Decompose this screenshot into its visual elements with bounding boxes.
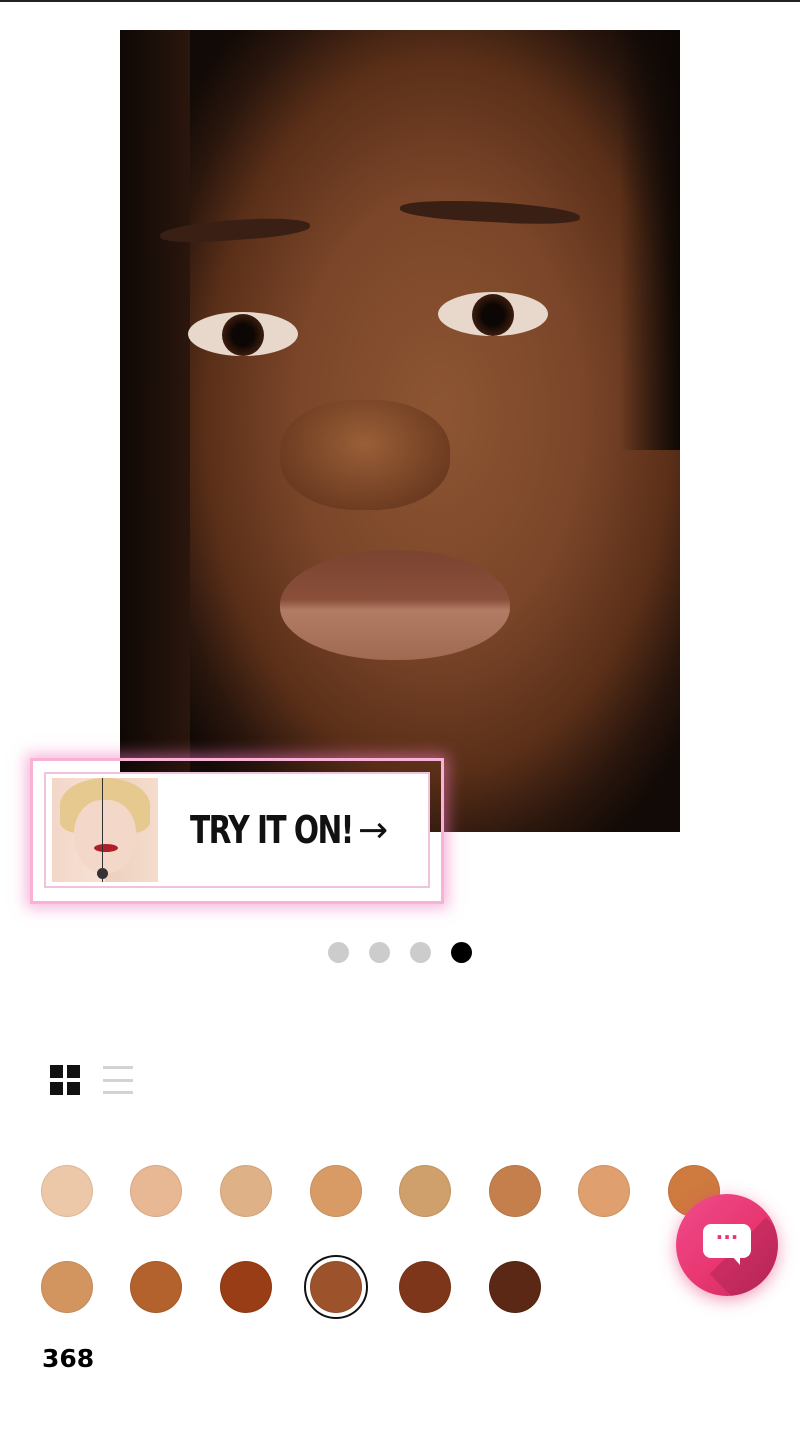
arrow-right-icon: →	[358, 810, 389, 851]
gallery-pager	[328, 942, 472, 963]
chat-button[interactable]: ···	[676, 1194, 778, 1296]
chat-bubble-icon: ···	[703, 1224, 751, 1258]
shade-swatch[interactable]	[130, 1261, 182, 1313]
shade-swatch[interactable]	[220, 1261, 272, 1313]
pager-dot[interactable]	[369, 942, 390, 963]
shade-swatch[interactable]	[489, 1165, 541, 1217]
shade-swatch[interactable]	[310, 1165, 362, 1217]
shade-swatch[interactable]	[220, 1165, 272, 1217]
shade-swatch[interactable]	[399, 1165, 451, 1217]
grid-view-icon[interactable]	[50, 1065, 80, 1095]
selected-shade-number: 368	[42, 1344, 95, 1373]
try-it-on-label: TRY IT ON!	[190, 808, 354, 852]
shade-swatch[interactable]	[489, 1261, 541, 1313]
product-model-photo[interactable]	[120, 30, 680, 832]
selected-swatch-ring	[304, 1255, 368, 1319]
shade-swatch[interactable]	[41, 1165, 93, 1217]
try-it-on-button[interactable]: TRY IT ON! →	[44, 772, 430, 888]
product-page: TRY IT ON! → 368 ···	[0, 0, 800, 1452]
shade-swatch[interactable]	[41, 1261, 93, 1313]
shade-swatch[interactable]	[399, 1261, 451, 1313]
list-view-icon[interactable]	[103, 1066, 133, 1094]
pager-dot[interactable]	[328, 942, 349, 963]
top-divider	[0, 0, 800, 2]
try-on-thumbnail	[52, 778, 158, 882]
shade-swatch[interactable]	[130, 1165, 182, 1217]
shade-swatch[interactable]	[578, 1165, 630, 1217]
pager-dot[interactable]	[410, 942, 431, 963]
pager-dot[interactable]	[451, 942, 472, 963]
